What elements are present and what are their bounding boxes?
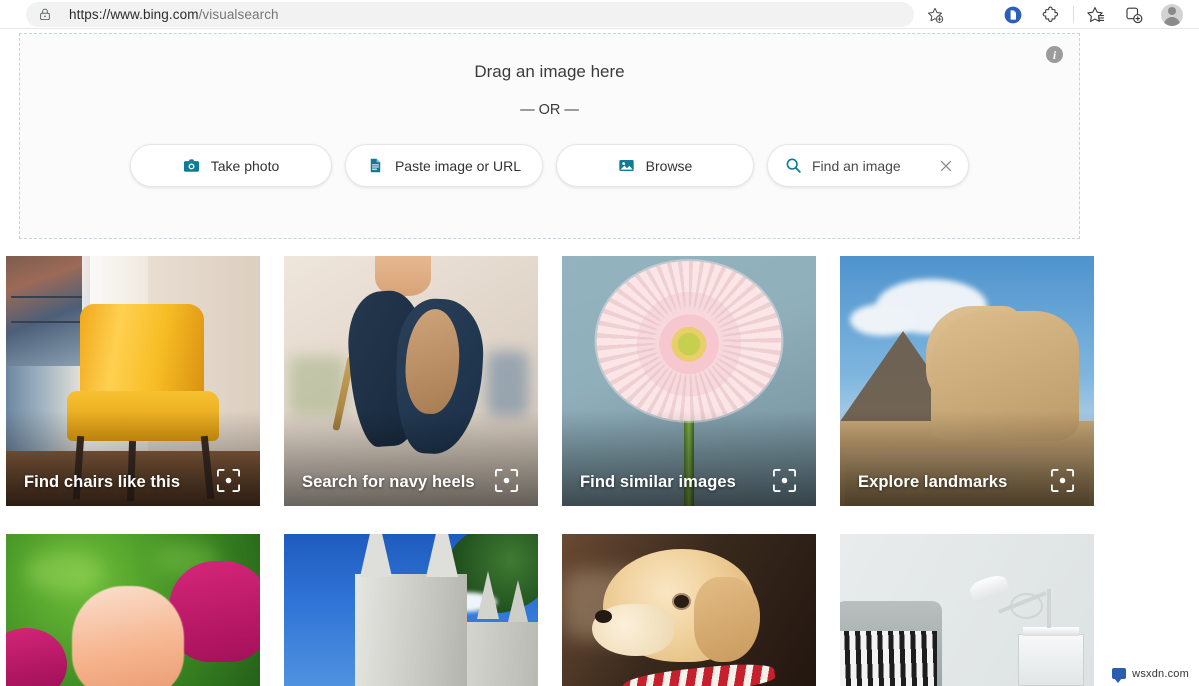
browse-button[interactable]: Browse: [556, 144, 754, 187]
card-caption: Search for navy heels: [302, 473, 475, 492]
watermark: wsxdn.com: [1104, 662, 1199, 685]
favorites-icon[interactable]: [1077, 0, 1115, 29]
toolbar-divider: [1073, 6, 1074, 23]
url-text: https://www.bing.com/visualsearch: [69, 7, 279, 22]
card-image-temple: [284, 534, 538, 686]
suggestion-card[interactable]: Find chairs like this: [6, 256, 260, 506]
card-image-puppy: [562, 534, 816, 686]
collections-icon[interactable]: [994, 0, 1032, 29]
dropzone-title: Drag an image here: [20, 62, 1079, 82]
find-an-image-input[interactable]: [812, 158, 928, 174]
card-image-tulips: [6, 534, 260, 686]
extensions-icon[interactable]: [1032, 0, 1070, 29]
suggestion-card[interactable]: Find similar images: [562, 256, 816, 506]
paste-image-or-url-label: Paste image or URL: [395, 158, 521, 174]
page-content: i Drag an image here — OR — Take photo: [0, 29, 1199, 685]
take-photo-button[interactable]: Take photo: [130, 144, 332, 187]
card-caption: Find similar images: [580, 473, 736, 492]
browser-toolbar: https://www.bing.com/visualsearch: [0, 0, 1199, 29]
search-icon: [785, 157, 802, 174]
visual-search-icon[interactable]: [216, 468, 241, 493]
take-photo-label: Take photo: [211, 158, 280, 174]
info-icon[interactable]: i: [1046, 46, 1063, 63]
speech-bubble-icon: [1112, 668, 1126, 679]
lock-icon: [38, 7, 52, 22]
url-host: https://www.bing.com: [69, 7, 199, 22]
add-to-favorites-icon[interactable]: [918, 1, 952, 28]
suggestion-card[interactable]: Search for navy heels: [284, 256, 538, 506]
url-path: /visualsearch: [199, 7, 279, 22]
suggestion-card[interactable]: [562, 534, 816, 686]
card-caption: Find chairs like this: [24, 473, 180, 492]
profile-avatar[interactable]: [1153, 0, 1191, 29]
suggestion-card[interactable]: [284, 534, 538, 686]
picture-icon: [618, 157, 635, 174]
split-screen-icon[interactable]: [1115, 0, 1153, 29]
suggestion-card[interactable]: Explore landmarks: [840, 256, 1094, 506]
toolbar-icon-group: [994, 0, 1191, 29]
paste-document-icon: [367, 157, 384, 174]
suggestion-card-grid: Find chairs like this Search for navy he…: [6, 256, 1193, 686]
image-dropzone[interactable]: i Drag an image here — OR — Take photo: [19, 33, 1080, 239]
browse-label: Browse: [646, 158, 693, 174]
suggestion-card[interactable]: [6, 534, 260, 686]
visual-search-icon[interactable]: [1050, 468, 1075, 493]
find-an-image-field[interactable]: [767, 144, 969, 187]
paste-image-or-url-button[interactable]: Paste image or URL: [345, 144, 543, 187]
visual-search-icon[interactable]: [494, 468, 519, 493]
suggestion-card[interactable]: [840, 534, 1094, 686]
dropzone-actions: Take photo Paste image or URL Browse: [20, 144, 1079, 187]
address-bar[interactable]: https://www.bing.com/visualsearch: [26, 2, 914, 27]
card-caption: Explore landmarks: [858, 473, 1007, 492]
card-image-bedroom: [840, 534, 1094, 686]
camera-icon: [183, 157, 200, 174]
visual-search-icon[interactable]: [772, 468, 797, 493]
dropzone-or-label: — OR —: [20, 102, 1079, 118]
avatar: [1161, 4, 1183, 26]
close-icon[interactable]: [938, 158, 954, 174]
watermark-text: wsxdn.com: [1132, 668, 1189, 680]
